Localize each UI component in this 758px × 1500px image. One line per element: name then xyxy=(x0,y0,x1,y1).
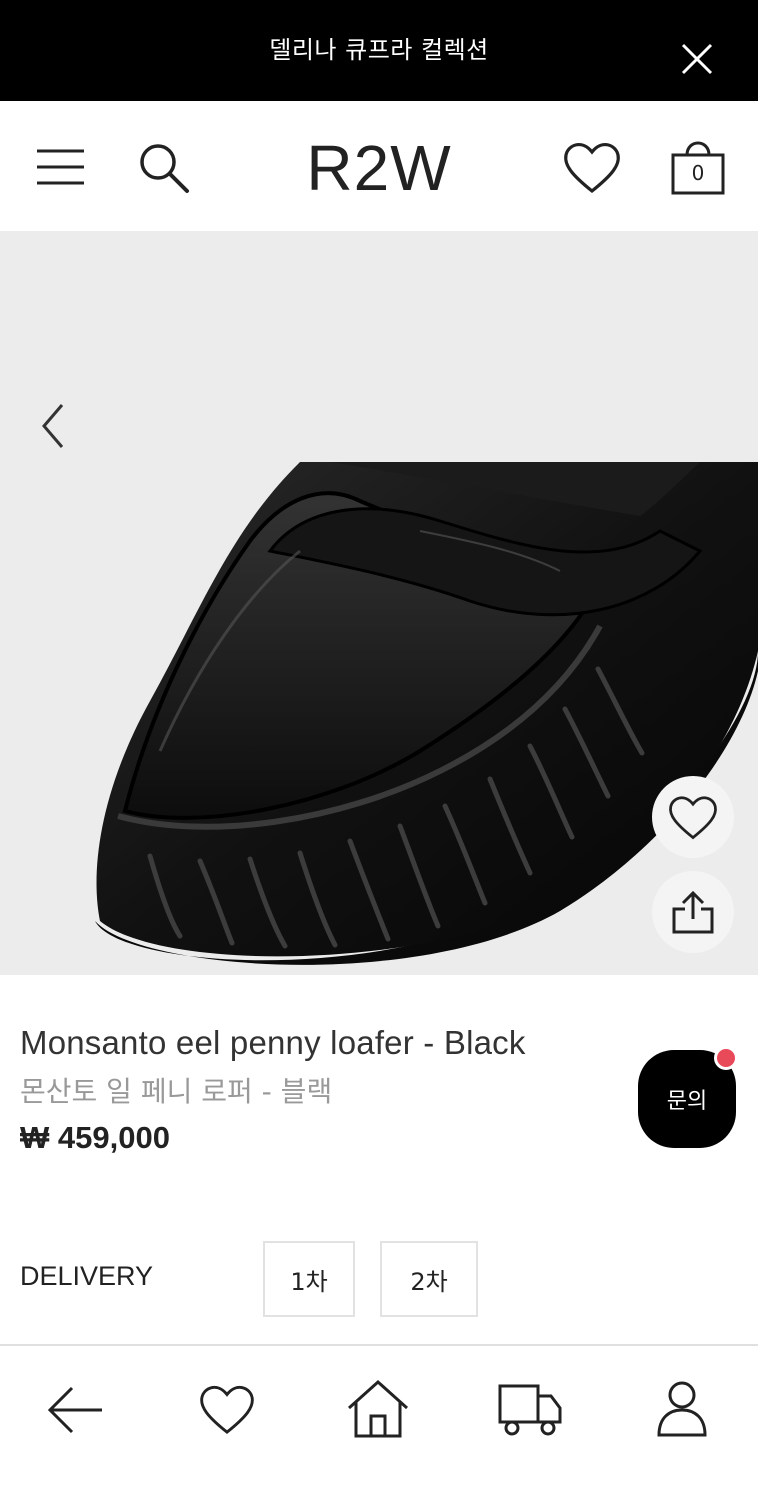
product-name: Monsanto eel penny loafer - Black xyxy=(20,1024,526,1061)
heart-icon[interactable] xyxy=(562,139,622,195)
chevron-left-icon[interactable] xyxy=(36,401,70,451)
site-header: R2W xyxy=(0,101,758,231)
inquiry-label: 문의 xyxy=(666,1089,708,1114)
product-name-korean: 몬산토 일 페니 로퍼 - 블랙 xyxy=(20,1075,333,1108)
inquiry-button[interactable]: 문의 xyxy=(638,1046,738,1148)
home-icon[interactable] xyxy=(346,1378,410,1440)
promo-banner: 델리나 큐프라 컬렉션 xyxy=(0,0,758,101)
cart-count-badge: 0 xyxy=(691,161,705,185)
heart-icon[interactable] xyxy=(198,1382,256,1436)
heart-icon xyxy=(669,796,717,840)
product-info: Monsanto eel penny loafer - Black 몬산토 일 … xyxy=(20,1024,526,1156)
back-arrow-icon[interactable] xyxy=(46,1382,104,1438)
bottom-navigation xyxy=(0,1344,758,1500)
product-photo xyxy=(95,462,758,965)
wishlist-button[interactable] xyxy=(652,776,734,858)
delivery-option-2[interactable]: 2차 xyxy=(380,1241,478,1317)
product-price: ₩ 459,000 xyxy=(20,1120,170,1155)
delivery-option-1[interactable]: 1차 xyxy=(263,1241,355,1317)
notification-dot xyxy=(714,1046,738,1070)
truck-icon[interactable] xyxy=(497,1382,563,1438)
product-image-carousel[interactable] xyxy=(0,231,758,975)
user-icon[interactable] xyxy=(656,1380,708,1438)
delivery-label: DELIVERY xyxy=(20,1261,154,1291)
share-icon xyxy=(672,890,714,934)
promo-banner-text[interactable]: 델리나 큐프라 컬렉션 xyxy=(0,30,758,65)
close-icon[interactable] xyxy=(680,42,714,76)
share-button[interactable] xyxy=(652,871,734,953)
site-logo[interactable]: R2W xyxy=(0,132,758,204)
